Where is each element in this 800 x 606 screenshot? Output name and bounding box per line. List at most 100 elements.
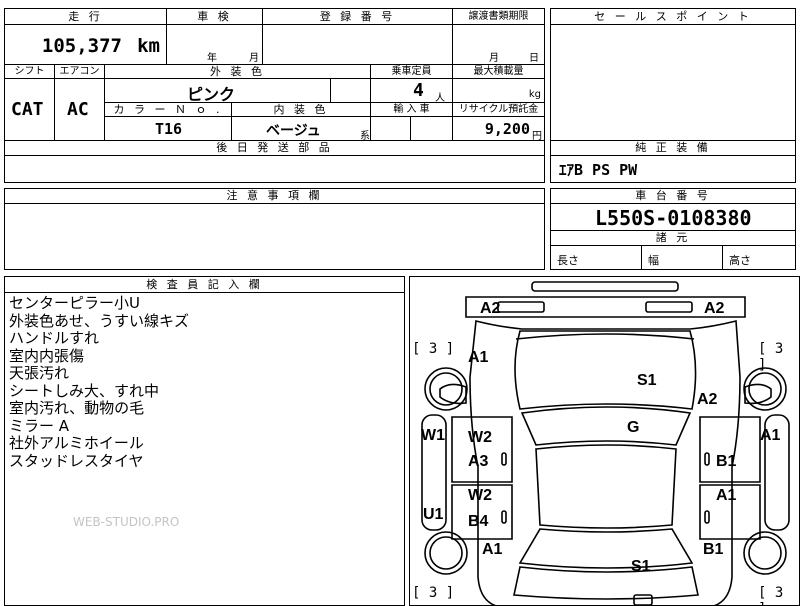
remark-line: 室内内張傷	[9, 346, 85, 365]
damage-mark-left-rocker: U1	[423, 506, 444, 523]
width-cell: 幅	[642, 246, 723, 269]
interior-color-value: ベージュ	[266, 123, 321, 139]
interior-color-cell: ベージュ 系	[232, 117, 371, 142]
height-label: 高さ	[729, 254, 751, 267]
damage-mark-door-l2-top: W2	[468, 487, 492, 504]
bracket-top-right: [ 3 ]	[758, 341, 784, 373]
notes-box: 注 意 事 項 欄	[4, 188, 545, 270]
mileage-value: 105,377	[41, 35, 122, 57]
exterior-color-value: ピンク	[187, 85, 236, 104]
damage-mark-rear-fender-l: A1	[482, 541, 503, 558]
inspection-year-label: 年	[207, 53, 217, 64]
inspection-cell: 年 月	[167, 25, 263, 65]
remark-line: スタッドレスタイヤ	[9, 451, 144, 470]
interior-color-suffix: 系	[360, 131, 370, 142]
bracket-bottom-right: [ 3 ]	[758, 585, 784, 605]
mileage-cell: 105,377 km	[5, 25, 167, 65]
load-unit: kg	[528, 89, 541, 100]
inspection-header: 車 検	[167, 9, 263, 25]
recycle-value: 9,200	[484, 120, 530, 138]
damage-mark-door-r2: A1	[716, 487, 737, 504]
genuine-equipment-value: ｴｱB PS PW	[559, 161, 638, 179]
car-diagram-box: A2 A2 [ 3 ] [ 3 ] A1 S1 A2 W1 G A1 W2 A3…	[409, 276, 800, 606]
bracket-bottom-left: [ 3 ]	[412, 585, 455, 601]
registration-cell	[263, 25, 453, 65]
recycle-header: リサイクル預託金	[453, 103, 544, 117]
genuine-equipment-box: 純 正 装 備 ｴｱB PS PW	[550, 141, 796, 183]
later-parts-box: 後 日 発 送 部 品	[4, 141, 545, 183]
deadline-day-label: 日	[529, 53, 539, 64]
capacity-unit: 人	[435, 93, 445, 104]
chassis-number-cell: L550S-0108380	[551, 204, 795, 231]
height-cell: 高さ	[723, 246, 795, 269]
damage-mark-door-r1: B1	[716, 453, 737, 470]
sales-point-box: セ ー ル ス ポ イ ン ト	[550, 8, 796, 141]
registration-header: 登 録 番 号	[263, 9, 453, 25]
remark-line: 室内汚れ、動物の毛	[9, 399, 145, 417]
damage-mark-trunk: S1	[631, 558, 651, 575]
capacity-value: 4	[413, 80, 424, 101]
exterior-color-cell: ピンク	[105, 79, 331, 104]
capacity-header: 乗車定員	[371, 65, 453, 79]
max-load-cell: kg	[453, 79, 544, 103]
info-grid: 走 行 車 検 登 録 番 号 譲渡書類期限 105,377 km 年 月 月 …	[4, 8, 545, 142]
mileage-header: 走 行	[5, 9, 167, 25]
remark-line: シートしみ大、すれ中	[9, 381, 160, 400]
deadline-month-label: 月	[489, 53, 499, 64]
aircon-cell: AC	[55, 79, 105, 141]
recycle-cell: 9,200 円	[453, 117, 544, 142]
damage-mark-left-side: W1	[421, 427, 445, 444]
genuine-equipment-header: 純 正 装 備	[551, 141, 795, 156]
aircon-header: エアコン	[55, 65, 105, 79]
remark-line: 外装色あせ、うすい線キズ	[9, 311, 190, 330]
remarks-list: センターピラー小U 外装色あせ、うすい線キズ ハンドルすれ 室内内張傷 天張汚れ…	[9, 294, 190, 470]
shift-header: シフト	[5, 65, 55, 79]
chassis-number-header: 車 台 番 号	[551, 189, 795, 204]
remark-line: ミラー A	[9, 416, 70, 435]
color-no-value: T16	[155, 120, 183, 138]
transfer-deadline-cell: 月 日	[453, 25, 544, 65]
damage-mark-front-left: A2	[480, 300, 501, 317]
dimensions-header: 諸 元	[551, 231, 795, 246]
damage-mark-door-l2-bottom: B4	[468, 513, 489, 530]
later-parts-header: 後 日 発 送 部 品	[5, 141, 544, 156]
damage-mark-rear-fender-r: B1	[703, 541, 724, 558]
length-cell: 長さ	[551, 246, 642, 269]
shift-cell: CAT	[5, 79, 55, 141]
watermark: WEB-STUDIO.PRO	[73, 515, 180, 529]
damage-mark-door-l1-top: W2	[468, 429, 492, 446]
import-cell-a	[371, 117, 411, 141]
shift-value: CAT	[11, 99, 44, 120]
color-no-header: カ ラ ー Ｎ ｏ .	[105, 103, 232, 117]
transfer-deadline-header: 譲渡書類期限	[453, 9, 544, 25]
damage-mark-door-l1-bottom: A3	[468, 453, 489, 470]
bracket-top-left: [ 3 ]	[412, 341, 455, 357]
aircon-value: AC	[67, 99, 89, 120]
damage-mark-roof: G	[627, 419, 640, 436]
damage-mark-hood: S1	[637, 372, 657, 389]
width-label: 幅	[648, 254, 659, 267]
damage-mark-fender-fl: A1	[468, 349, 489, 366]
inspection-month-label: 月	[249, 53, 259, 64]
damage-mark-fender-fr: A2	[697, 391, 718, 408]
remark-line: 天張汚れ	[9, 364, 70, 382]
chassis-number-value: L550S-0108380	[595, 206, 752, 230]
inspector-notes-box: 検 査 員 記 入 欄 センターピラー小U 外装色あせ、うすい線キズ ハンドルす…	[4, 276, 405, 606]
notes-header: 注 意 事 項 欄	[5, 189, 544, 204]
sales-point-header: セ ー ル ス ポ イ ン ト	[551, 9, 795, 25]
exterior-color-sub-cell	[331, 79, 371, 103]
interior-color-header: 内 装 色	[232, 103, 371, 117]
exterior-color-header: 外 装 色	[105, 65, 371, 79]
color-no-cell: T16	[105, 117, 232, 141]
import-header: 輸 入 車	[371, 103, 453, 117]
capacity-cell: 4 人	[371, 79, 453, 104]
import-cell-b	[411, 117, 453, 141]
length-label: 長さ	[557, 254, 579, 267]
mileage-unit: km	[137, 35, 160, 57]
damage-mark-right-side: A1	[760, 427, 781, 444]
remark-line: ハンドルすれ	[9, 329, 100, 347]
remark-line: センターピラー小U	[9, 294, 140, 312]
chassis-box: 車 台 番 号 L550S-0108380 諸 元 長さ 幅 高さ	[550, 188, 796, 270]
damage-mark-front-right: A2	[704, 300, 725, 317]
inspector-notes-header: 検 査 員 記 入 欄	[5, 277, 404, 293]
